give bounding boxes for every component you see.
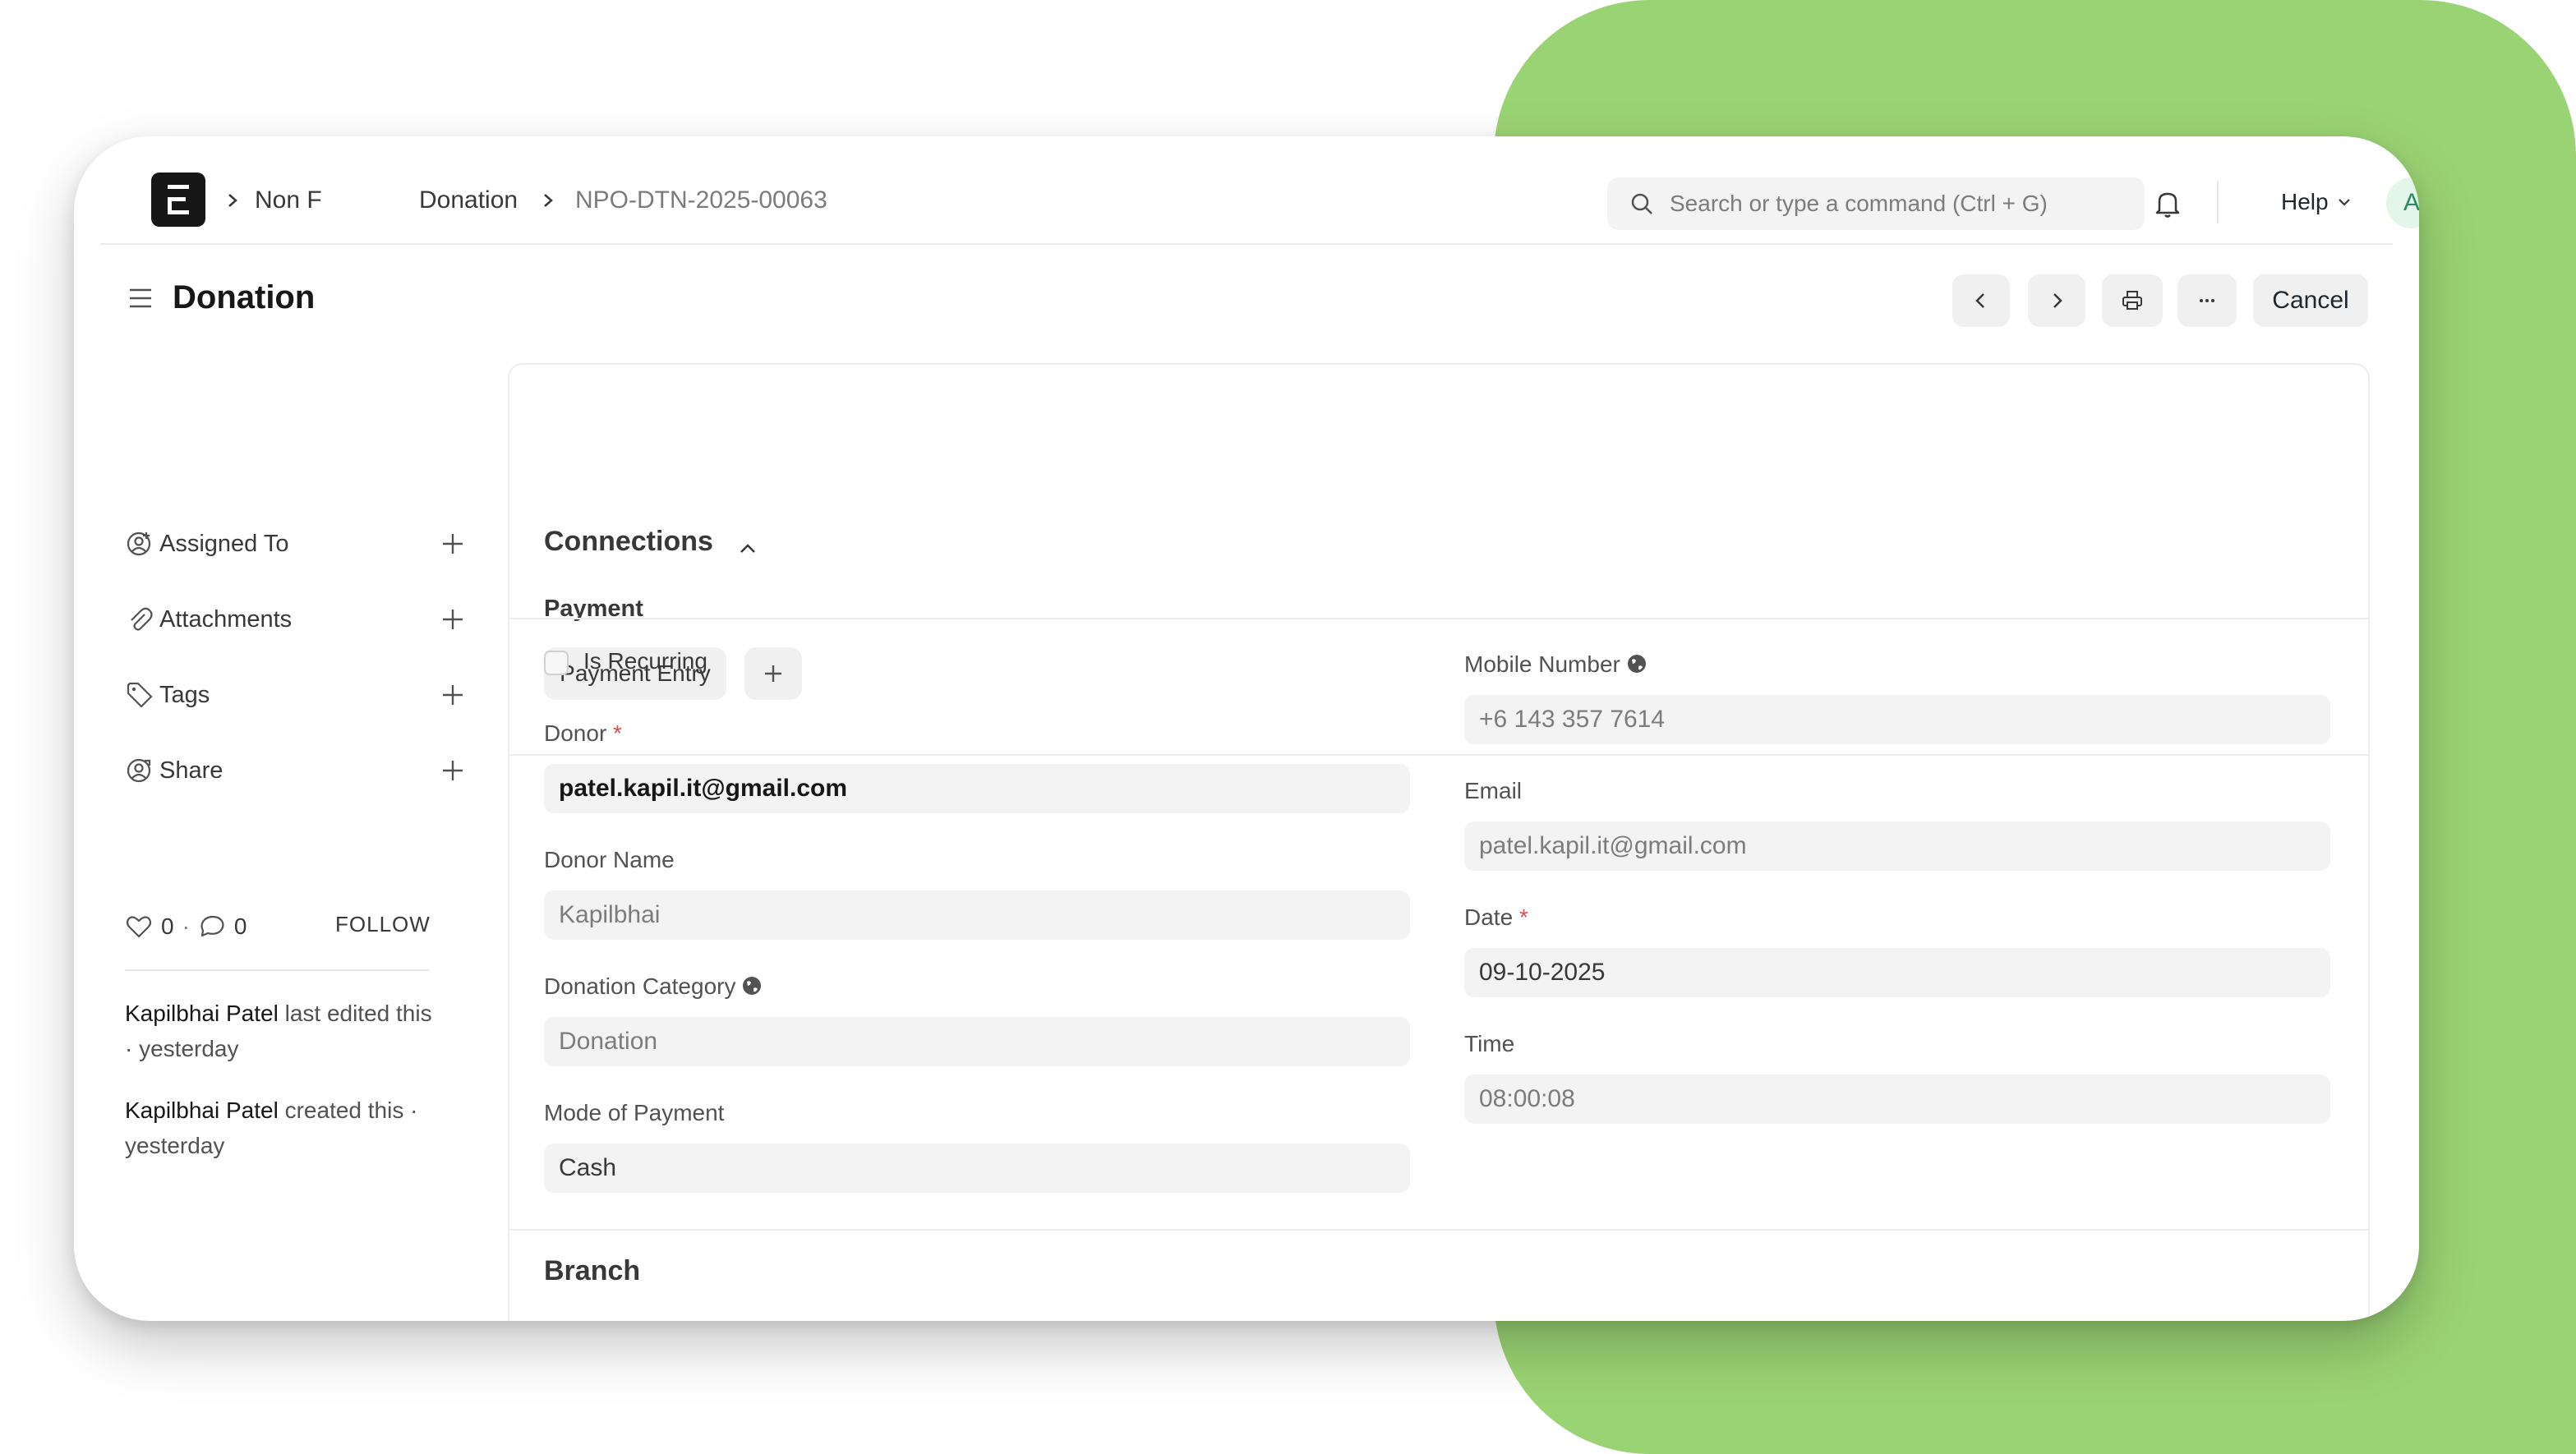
more-actions-button[interactable] xyxy=(2177,274,2237,327)
page-title: Donation xyxy=(173,279,316,315)
plus-icon xyxy=(765,665,781,682)
donor-label: Donor * xyxy=(544,720,622,748)
bell-icon[interactable] xyxy=(2151,187,2184,220)
donation-category-field[interactable]: Donation xyxy=(544,1017,1410,1066)
email-field[interactable]: patel.kapil.it@gmail.com xyxy=(1464,821,2330,871)
activity-user[interactable]: Kapilbhai Patel xyxy=(125,1001,279,1026)
time-label: Time xyxy=(1464,1031,1515,1056)
plus-icon[interactable] xyxy=(439,681,467,709)
plus-icon[interactable] xyxy=(439,530,467,558)
mode-of-payment-label: Mode of Payment xyxy=(544,1100,725,1125)
mobile-number-label: Mobile Number xyxy=(1464,651,1648,679)
search-placeholder: Search or type a command (Ctrl + G) xyxy=(1670,191,2048,216)
activity-entry: Kapilbhai Patel last edited this · yeste… xyxy=(125,996,437,1066)
share-icon xyxy=(127,758,151,783)
breadcrumb-document[interactable]: NPO-DTN-2025-00063 xyxy=(575,186,827,215)
sidebar-item-attachments[interactable]: Attachments xyxy=(125,601,463,637)
dot-separator: · xyxy=(182,913,190,939)
cancel-button[interactable]: Cancel xyxy=(2253,274,2368,327)
navbar: Non F Donation NPO-DTN-2025-00063 Search… xyxy=(100,136,2419,245)
sidebar-divider xyxy=(125,969,429,971)
connections-title[interactable]: Connections xyxy=(544,526,713,558)
search-icon xyxy=(1631,193,1652,214)
sidebar-item-assigned-to[interactable]: Assigned To xyxy=(125,526,463,562)
chevron-left-icon xyxy=(1975,293,1984,308)
chevron-right-icon xyxy=(544,194,553,207)
chevron-down-icon xyxy=(2338,199,2350,206)
help-dropdown[interactable]: Help xyxy=(2281,189,2353,215)
sidebar-toggle-icon[interactable] xyxy=(127,284,154,312)
branch-section-title: Branch xyxy=(544,1255,641,1286)
previous-record-button[interactable] xyxy=(1952,274,2010,327)
logo-e-icon xyxy=(168,185,189,214)
sidebar-item-label: Attachments xyxy=(159,605,293,633)
help-label: Help xyxy=(2281,189,2329,214)
assign-icon xyxy=(127,531,151,556)
comments-count: 0 xyxy=(233,913,247,939)
app-window: Non F Donation NPO-DTN-2025-00063 Search… xyxy=(74,136,2419,1321)
breadcrumb-module[interactable]: Non F xyxy=(255,186,322,215)
sidebar-item-share[interactable]: Share xyxy=(125,752,463,789)
donor-name-label: Donor Name xyxy=(544,847,675,872)
donor-name-field[interactable]: Kapilbhai xyxy=(544,890,1410,940)
sidebar-item-tags[interactable]: Tags xyxy=(125,677,463,713)
date-field[interactable]: 09-10-2025 xyxy=(1464,948,2330,997)
activity-user[interactable]: Kapilbhai Patel xyxy=(125,1097,279,1123)
globe-icon xyxy=(1627,655,1646,673)
plus-icon[interactable] xyxy=(439,605,467,633)
comment-icon[interactable] xyxy=(198,913,226,941)
avatar[interactable]: A xyxy=(2386,177,2419,228)
app-logo[interactable] xyxy=(151,173,205,227)
donor-label-text: Donor xyxy=(544,720,607,746)
sidebar-item-label: Tags xyxy=(159,681,210,708)
plus-icon[interactable] xyxy=(439,757,467,785)
paperclip-icon xyxy=(131,607,153,631)
branch-separator xyxy=(509,1229,2368,1231)
navbar-divider xyxy=(2217,181,2219,223)
tag-icon xyxy=(127,682,153,708)
chevron-up-icon[interactable] xyxy=(735,536,761,562)
donation-category-label-text: Donation Category xyxy=(544,973,736,999)
connections-separator xyxy=(509,754,2368,756)
is-recurring-label: Is Recurring xyxy=(583,648,707,674)
heart-icon[interactable] xyxy=(125,913,153,941)
email-label: Email xyxy=(1464,778,1523,803)
mobile-number-label-text: Mobile Number xyxy=(1464,651,1620,677)
breadcrumb-doctype[interactable]: Donation xyxy=(419,186,518,215)
is-recurring-checkbox[interactable] xyxy=(544,651,569,675)
search-bar[interactable]: Search or type a command (Ctrl + G) xyxy=(1607,177,2145,230)
activity-entry: Kapilbhai Patel created this · yesterday xyxy=(125,1093,437,1163)
more-horizontal-icon xyxy=(2200,299,2214,302)
next-record-button[interactable] xyxy=(2028,274,2085,327)
chevron-right-icon xyxy=(228,194,237,207)
sidebar-item-label: Assigned To xyxy=(159,530,289,557)
mode-of-payment-field[interactable]: Cash xyxy=(544,1143,1410,1193)
likes-count: 0 xyxy=(161,913,174,939)
globe-icon xyxy=(743,977,762,995)
donor-field[interactable]: patel.kapil.it@gmail.com xyxy=(544,764,1410,813)
required-asterisk: * xyxy=(1518,904,1528,930)
sidebar-item-label: Share xyxy=(159,757,223,784)
mobile-number-field[interactable]: +6 143 357 7614 xyxy=(1464,695,2330,744)
time-field[interactable]: 08:00:08 xyxy=(1464,1074,2330,1124)
date-label: Date * xyxy=(1464,904,1528,932)
required-asterisk: * xyxy=(613,720,622,746)
donation-category-label: Donation Category xyxy=(544,973,763,1001)
printer-icon xyxy=(2122,291,2142,310)
follow-button[interactable]: FOLLOW xyxy=(335,912,431,937)
chevron-right-icon xyxy=(2053,293,2062,308)
add-payment-entry-button[interactable] xyxy=(744,647,802,700)
date-label-text: Date xyxy=(1464,904,1514,930)
print-button[interactable] xyxy=(2102,274,2163,327)
